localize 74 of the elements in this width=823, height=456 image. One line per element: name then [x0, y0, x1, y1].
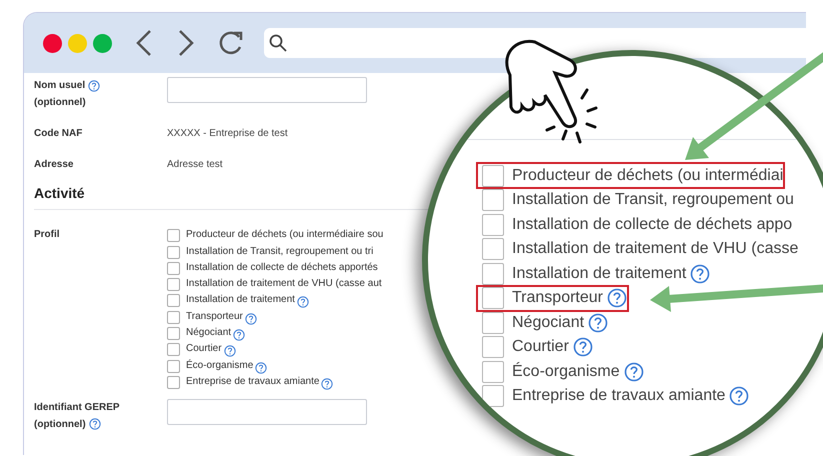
option-label: Éco-organisme — [186, 358, 254, 373]
option-label: Installation de traitement — [512, 264, 686, 282]
option-label: Courtier — [512, 338, 569, 356]
option-label: Courtier — [186, 342, 222, 356]
option-label: Transporteur — [512, 289, 603, 307]
help-icon[interactable] — [296, 295, 309, 308]
checkbox[interactable] — [167, 262, 180, 275]
checkbox[interactable] — [167, 278, 180, 292]
help-icon[interactable] — [233, 328, 246, 340]
option-label: Installation de traitement de VHU (casse aut — [186, 277, 382, 292]
help-icon[interactable] — [729, 386, 750, 406]
help-icon[interactable] — [88, 418, 101, 430]
maximize-icon[interactable] — [93, 34, 112, 52]
checkbox[interactable] — [167, 376, 180, 389]
field-label: Identifiant GEREP — [34, 400, 120, 415]
checkbox[interactable] — [482, 287, 504, 309]
help-icon[interactable] — [244, 312, 257, 324]
reload-icon[interactable] — [218, 30, 244, 56]
option-label: Éco-organisme — [512, 362, 620, 380]
checkbox[interactable] — [482, 164, 504, 186]
field-label: (optionnel) — [34, 96, 86, 110]
help-icon[interactable] — [588, 312, 608, 332]
back-icon[interactable] — [134, 28, 154, 58]
minimize-icon[interactable] — [68, 34, 87, 52]
text-field[interactable] — [167, 398, 367, 425]
checkbox[interactable] — [167, 360, 180, 373]
checkbox[interactable] — [167, 343, 180, 356]
help-icon[interactable] — [321, 376, 334, 389]
checkbox[interactable] — [482, 262, 504, 284]
checkbox[interactable] — [167, 246, 180, 259]
field-label: Code NAF — [34, 127, 82, 141]
checkbox[interactable] — [482, 385, 504, 407]
checkbox[interactable] — [482, 214, 504, 236]
field-label: (optionnel) — [34, 418, 86, 432]
help-icon[interactable] — [255, 360, 268, 373]
checkbox[interactable] — [167, 294, 180, 308]
checkbox[interactable] — [482, 336, 504, 358]
option-label: Entreprise de travaux amiante — [186, 374, 320, 389]
option-label: Installation de collecte de déchets apportés — [186, 260, 378, 275]
help-icon[interactable] — [572, 337, 593, 357]
help-icon[interactable] — [607, 288, 627, 308]
search-icon — [269, 34, 287, 52]
field-value: XXXXX - Entreprise de test — [167, 127, 289, 141]
field-label: Adresse — [34, 158, 74, 172]
field-label: Nom usuel — [34, 79, 86, 93]
help-icon[interactable] — [624, 362, 644, 382]
text-field[interactable] — [167, 77, 367, 103]
close-icon[interactable] — [43, 34, 62, 52]
field-value: Adresse test — [167, 158, 224, 172]
section-title: Activité — [34, 185, 85, 201]
option-label: Négociant — [512, 314, 584, 332]
help-icon[interactable] — [88, 80, 100, 92]
option-label: Installation de Transit, regroupement ou — [512, 191, 794, 209]
option-label: Producteur de déchets (ou intermédiai — [512, 166, 784, 184]
checkbox[interactable] — [167, 229, 180, 242]
checkbox[interactable] — [482, 238, 504, 260]
option-label: Installation de collecte de déchets appo — [512, 216, 792, 234]
checkbox[interactable] — [482, 360, 504, 382]
option-label: Entreprise de travaux amiante — [512, 387, 726, 405]
field-label: Profil — [34, 228, 60, 242]
option-label: Installation de Transit, regroupement ou tri — [186, 244, 374, 259]
option-label: Transporteur — [186, 310, 243, 324]
option-label: Producteur de déchets (ou intermédiaire sou — [186, 228, 384, 242]
checkbox[interactable] — [167, 327, 180, 340]
forward-icon[interactable] — [176, 28, 196, 58]
option-label: Installation de traitement de VHU (casse — [512, 240, 798, 258]
address-bar[interactable] — [264, 28, 806, 58]
option-label: Installation de traitement — [186, 293, 295, 308]
help-icon[interactable] — [224, 344, 236, 356]
checkbox[interactable] — [482, 312, 504, 334]
checkbox[interactable] — [482, 189, 504, 211]
checkbox[interactable] — [167, 310, 180, 324]
option-label: Négociant — [186, 326, 232, 340]
help-icon[interactable] — [690, 264, 710, 284]
